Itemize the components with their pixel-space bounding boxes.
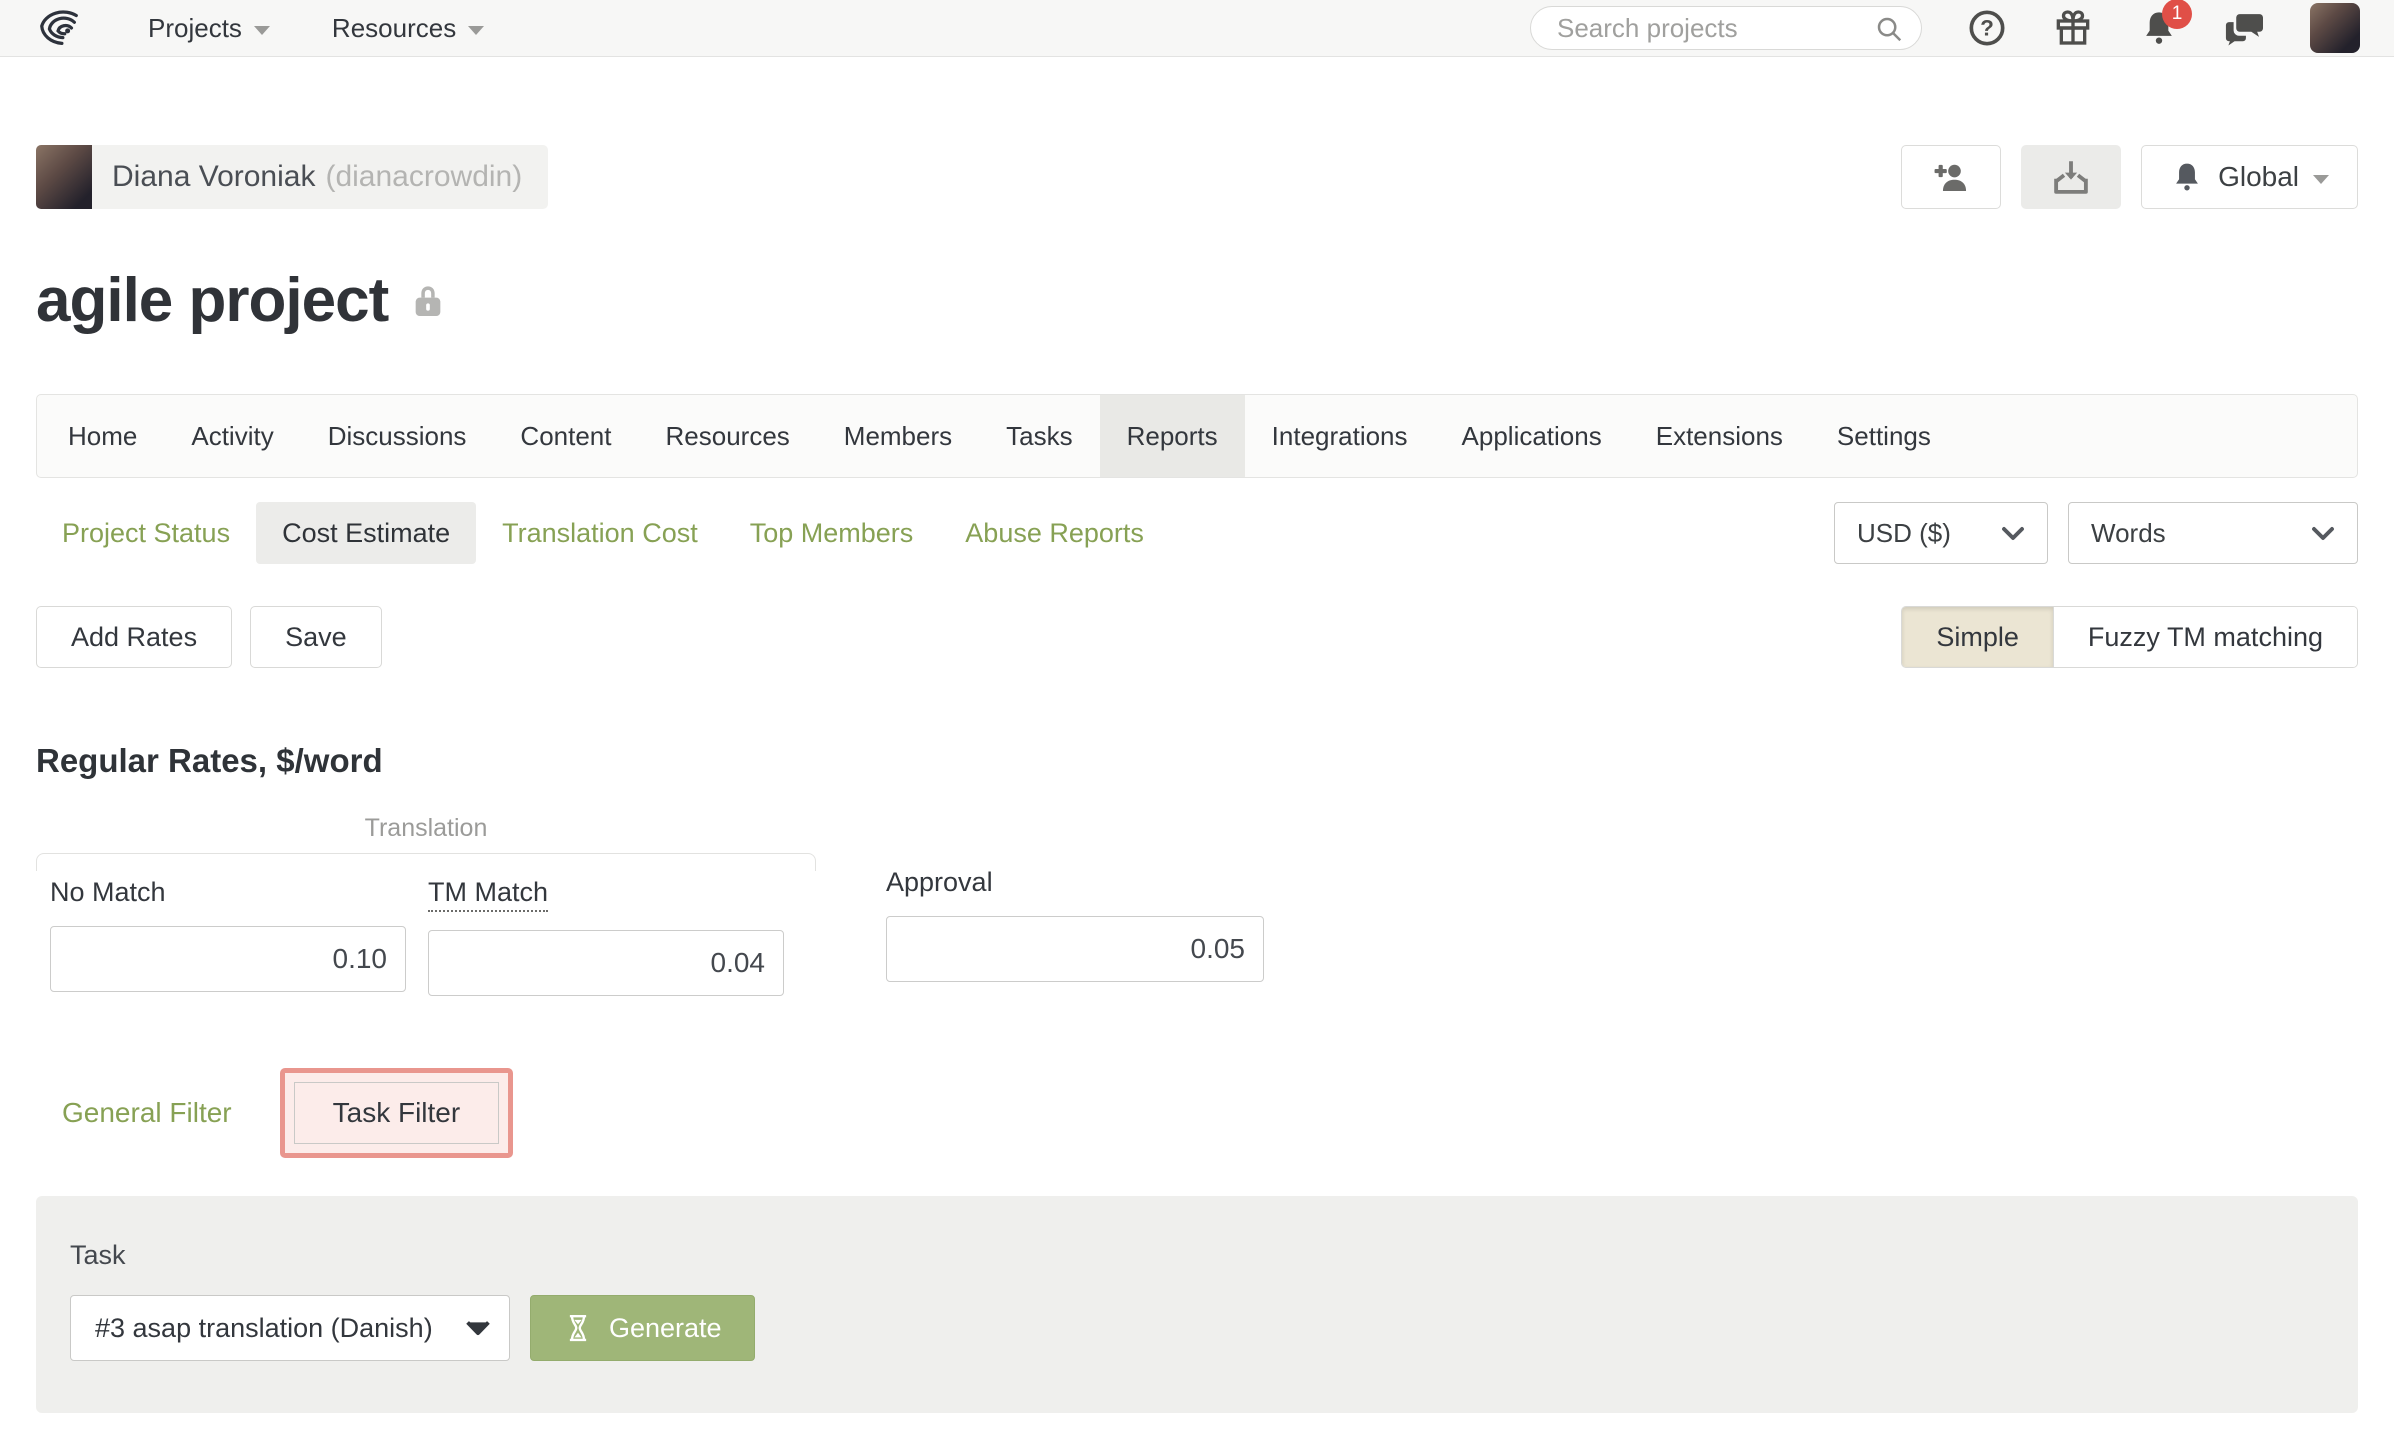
bell-icon [2176,163,2198,191]
unit-select[interactable]: Words [2068,502,2358,564]
project-tab-bar: Home Activity Discussions Content Resour… [36,394,2358,478]
nav-resources-label: Resources [331,12,457,43]
task-filter-label: Task Filter [293,1082,500,1144]
chevron-down-icon [2001,526,2025,541]
user-avatar[interactable] [2310,3,2360,53]
project-search [1530,6,1922,50]
add-person-icon [1934,164,1967,191]
subtab-project-status[interactable]: Project Status [36,502,256,564]
rates-area: Translation No Match TM Match Approval [36,814,2358,996]
download-button[interactable] [2021,145,2122,209]
tab-tasks[interactable]: Tasks [979,395,1099,477]
lock-icon [415,285,441,316]
approval-field: Approval [886,867,1264,982]
tab-content[interactable]: Content [493,395,638,477]
main-content: Diana Voroniak (dianacrowdin) Global agi… [0,145,2394,1413]
approval-label: Approval [886,867,993,897]
nav-projects-menu[interactable]: Projects [148,13,270,44]
nav-resources-menu[interactable]: Resources [331,12,485,44]
svg-text:?: ? [1980,16,1994,41]
approval-input[interactable] [886,916,1264,982]
tab-applications[interactable]: Applications [1435,395,1629,477]
report-selectors: USD ($) Words [1834,502,2358,564]
tab-settings[interactable]: Settings [1810,395,1958,477]
tab-members[interactable]: Members [817,395,979,477]
tab-discussions[interactable]: Discussions [301,395,494,477]
chat-icon [2225,14,2263,46]
no-match-field: No Match [50,877,406,996]
task-label: Task [70,1240,126,1270]
hourglass-icon [569,1314,587,1342]
task-filter-tab[interactable]: Task Filter [279,1068,514,1158]
crowdin-logo-icon[interactable] [34,5,86,51]
task-select-value: #3 asap translation (Danish) [95,1312,433,1343]
help-icon: ? [1969,10,2005,46]
subtab-translation-cost[interactable]: Translation Cost [476,502,724,564]
mode-fuzzy-tm-matching[interactable]: Fuzzy TM matching [2053,607,2357,667]
approval-column: Approval [886,814,1264,982]
search-icon[interactable] [1874,14,1904,44]
tab-home[interactable]: Home [41,395,164,477]
global-label: Global [2218,161,2299,192]
nav-projects-label: Projects [148,12,242,43]
header-actions: Global [1901,145,2358,209]
global-notifications-button[interactable]: Global [2141,145,2358,209]
currency-select[interactable]: USD ($) [1834,502,2048,564]
subtab-abuse-reports[interactable]: Abuse Reports [939,502,1170,564]
chevron-down-icon [2313,174,2329,184]
tab-integrations[interactable]: Integrations [1245,395,1435,477]
chevron-down-icon [468,25,485,35]
rates-heading: Regular Rates, $/word [36,742,383,779]
translation-rate-group: Translation No Match TM Match [36,814,816,996]
subtab-top-members[interactable]: Top Members [724,502,940,564]
notification-badge: 1 [2162,0,2192,29]
report-subtab-row: Project Status Cost Estimate Translation… [36,502,2358,564]
invite-member-button[interactable] [1901,145,2002,209]
chevron-down-icon [2311,526,2335,541]
tab-reports[interactable]: Reports [1099,395,1245,477]
save-button[interactable]: Save [250,606,382,668]
generate-button[interactable]: Generate [530,1295,755,1361]
mode-simple[interactable]: Simple [1902,607,2054,667]
owner-chip[interactable]: Diana Voroniak (dianacrowdin) [36,145,549,209]
tab-resources[interactable]: Resources [639,395,817,477]
task-filter-panel: Task #3 asap translation (Danish) Genera… [36,1196,2358,1413]
gift-button[interactable] [2052,7,2094,49]
add-rates-button[interactable]: Add Rates [36,606,233,668]
messages-button[interactable] [2224,7,2266,49]
top-navbar: Projects Resources ? [0,0,2394,57]
chevron-down-icon [253,25,270,35]
no-match-input[interactable] [50,926,406,992]
gift-icon [2056,10,2090,45]
owner-avatar [36,145,92,209]
general-filter-tab[interactable]: General Filter [36,1097,258,1129]
subtab-cost-estimate[interactable]: Cost Estimate [256,502,477,564]
page-title-row: agile project [36,265,2358,336]
rates-mode-toggle: Simple Fuzzy TM matching [1901,606,2358,668]
download-tray-icon [2054,161,2088,194]
notifications-button[interactable]: 1 [2138,0,2192,49]
tm-match-field: TM Match [428,877,784,996]
filters-row: General Filter Task Filter [36,1068,2358,1158]
currency-value: USD ($) [1857,517,1951,548]
generate-label: Generate [609,1312,722,1343]
tab-extensions[interactable]: Extensions [1629,395,1810,477]
chevron-down-icon [465,1320,491,1336]
tm-match-label: TM Match [428,877,549,912]
tm-match-input[interactable] [428,930,784,996]
task-select[interactable]: #3 asap translation (Danish) [70,1295,510,1361]
owner-username: (dianacrowdin) [325,160,523,193]
tab-activity[interactable]: Activity [164,395,300,477]
translation-group-bracket [36,853,816,871]
search-input[interactable] [1530,6,1922,50]
unit-value: Words [2091,517,2166,548]
project-owner-row: Diana Voroniak (dianacrowdin) Global [36,145,2358,209]
no-match-label: No Match [50,877,166,907]
rates-actions-row: Add Rates Save Simple Fuzzy TM matching [36,606,2358,668]
owner-name: Diana Voroniak [112,160,316,193]
page-title: agile project [36,266,389,335]
help-button[interactable]: ? [1966,7,2008,49]
translation-group-label: Translation [364,814,488,842]
